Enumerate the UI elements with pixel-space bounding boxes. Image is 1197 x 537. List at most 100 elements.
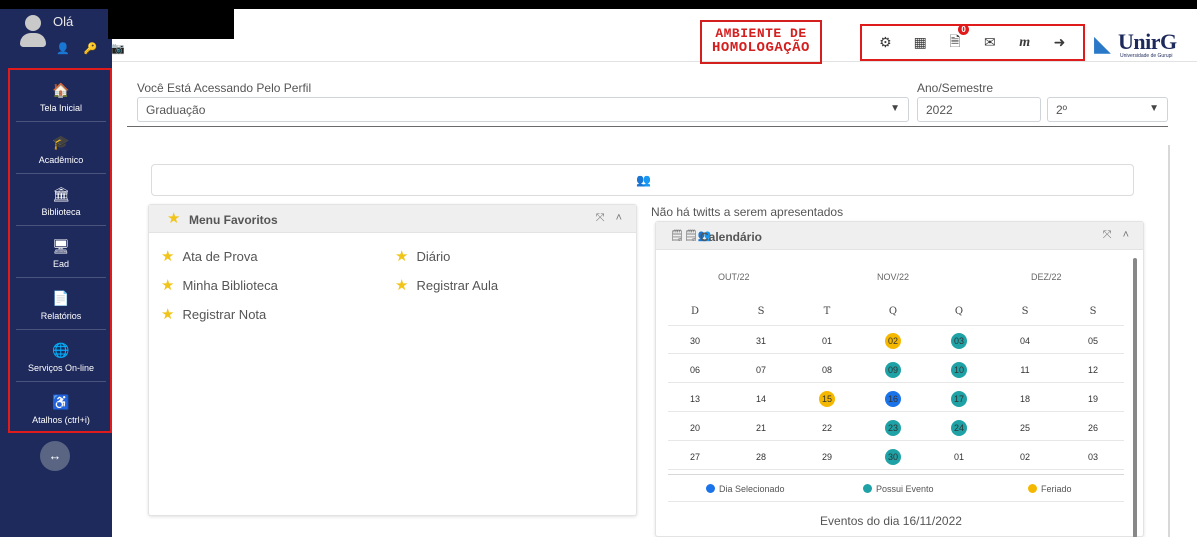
panel-controls[interactable]: ⤧ ˄: [1103, 229, 1133, 242]
calendar-day[interactable]: 20: [680, 420, 710, 436]
calendar-day[interactable]: 27: [680, 449, 710, 465]
calendar-day[interactable]: 18: [1010, 391, 1040, 407]
legend-holiday: Feriado: [1028, 484, 1072, 494]
favorite-item[interactable]: ★ Registrar Aula: [395, 276, 498, 294]
day-number: 18: [1019, 394, 1030, 404]
semester-select[interactable]: 2º ▼: [1047, 97, 1168, 122]
day-number: 27: [689, 452, 700, 462]
favorite-label: Registrar Aula: [416, 278, 499, 293]
day-number: 26: [1087, 423, 1098, 433]
year-select[interactable]: 2022: [917, 97, 1041, 122]
calendar-header: 🗒🗒👥 Calendário ⤧ ˄: [656, 222, 1143, 250]
calendar-week-row: 13 14 15 16 17 18 19: [668, 386, 1124, 412]
calendar-day[interactable]: 11: [1010, 362, 1040, 378]
weekday-header: DSTQQSS: [668, 298, 1124, 326]
sidebar-toggle-button[interactable]: ↔: [40, 441, 70, 471]
notifications-icon[interactable]: 🗎 0: [944, 23, 970, 55]
user-edit-icon[interactable]: 👤: [56, 42, 70, 55]
calendar-scrollbar[interactable]: [1133, 258, 1137, 537]
calendar-day[interactable]: 17: [944, 391, 974, 407]
calendar-day[interactable]: 16: [878, 391, 908, 407]
calendar-day[interactable]: 15: [812, 391, 842, 407]
day-number: 14: [755, 394, 766, 404]
avatar[interactable]: [20, 15, 46, 49]
calendar-day[interactable]: 19: [1078, 391, 1108, 407]
settings-icon[interactable]: ⚙: [874, 34, 896, 51]
day-number: 06: [689, 365, 700, 375]
apps-icon[interactable]: ▦: [909, 34, 931, 51]
star-icon: ★: [161, 277, 175, 294]
month-prev[interactable]: OUT/22: [718, 272, 750, 282]
moodle-icon[interactable]: m: [1014, 35, 1036, 51]
calendar-day[interactable]: 23: [878, 420, 908, 436]
favorite-item[interactable]: ★ Registrar Nota: [161, 305, 266, 323]
logout-icon[interactable]: ➜: [1049, 34, 1071, 51]
user-shortcuts: 👤 🔑 📷: [56, 42, 125, 55]
calendar-day[interactable]: 08: [812, 362, 842, 378]
logo-mark-icon: ◣: [1094, 31, 1111, 56]
profile-select[interactable]: Graduação ▼: [137, 97, 909, 122]
sidebar-item-4[interactable]: 📄 Relatórios: [16, 278, 106, 330]
calendar-day[interactable]: 26: [1078, 420, 1108, 436]
calendar-day[interactable]: 30: [680, 333, 710, 349]
calendar-day[interactable]: 02: [1010, 449, 1040, 465]
calendar-week-row: 06 07 08 09 10 11 12: [668, 357, 1124, 383]
calendar-day[interactable]: 22: [812, 420, 842, 436]
calendar-day[interactable]: 06: [680, 362, 710, 378]
calendar-day[interactable]: 10: [944, 362, 974, 378]
mail-icon[interactable]: ✉: [979, 34, 1001, 51]
calendar-day[interactable]: 12: [1078, 362, 1108, 378]
calendar-day[interactable]: 14: [746, 391, 776, 407]
sidebar-item-3[interactable]: 🖥 Ead: [16, 226, 106, 278]
weekday-label: T: [823, 306, 831, 317]
camera-icon[interactable]: 📷: [111, 42, 125, 55]
panel-controls[interactable]: ⤧ ˄: [596, 212, 626, 225]
day-number: 19: [1087, 394, 1098, 404]
profile-value: Graduação: [146, 103, 206, 117]
sidebar-item-label: Ead: [52, 259, 69, 269]
favorite-label: Diário: [416, 249, 451, 264]
calendar-day[interactable]: 29: [812, 449, 842, 465]
calendar-day[interactable]: 24: [944, 420, 974, 436]
month-current[interactable]: NOV/22: [877, 272, 909, 282]
page-scrollbar[interactable]: [1168, 145, 1170, 537]
sidebar-item-5[interactable]: 🌐 Serviços On-line: [16, 330, 106, 382]
header-actions: ⚙ ▦ 🗎 0 ✉ m ➜: [860, 23, 1085, 61]
profile-label: Você Está Acessando Pelo Perfil: [137, 81, 312, 95]
favorites-header: ★ Menu Favoritos ⤧ ˄: [149, 205, 636, 233]
calendar-panel: 🗒🗒👥 Calendário ⤧ ˄ OUT/22 NOV/22 DEZ/22 …: [655, 221, 1144, 537]
month-next[interactable]: DEZ/22: [1031, 272, 1062, 282]
sidebar-item-6[interactable]: ♿ Atalhos (ctrl+i): [16, 382, 106, 434]
day-number: 03: [951, 333, 967, 349]
calendar-day[interactable]: 09: [878, 362, 908, 378]
calendar-day[interactable]: 31: [746, 333, 776, 349]
favorite-item[interactable]: ★ Minha Biblioteca: [161, 276, 278, 294]
key-icon[interactable]: 🔑: [84, 42, 98, 55]
calendar-day[interactable]: 07: [746, 362, 776, 378]
calendar-day[interactable]: 03: [944, 333, 974, 349]
calendar-day[interactable]: 01: [944, 449, 974, 465]
sidebar-item-1[interactable]: 🎓 Acadêmico: [16, 122, 106, 174]
calendar-day[interactable]: 21: [746, 420, 776, 436]
calendar-day[interactable]: 30: [878, 449, 908, 465]
sidebar-item-0[interactable]: 🏠 Tela Inicial: [16, 70, 106, 122]
environment-stamp: AMBIENTE DE HOMOLOGAÇÃO: [700, 20, 822, 64]
calendar-day[interactable]: 04: [1010, 333, 1040, 349]
app-root: Olá 👤 🔑 📷 AMBIENTE DE HOMOLOGAÇÃO ⚙ ▦ 🗎 0…: [0, 0, 1197, 537]
calendar-day[interactable]: 05: [1078, 333, 1108, 349]
sidebar-item-2[interactable]: 🏛 Biblioteca: [16, 174, 106, 226]
screen-icon: 🖥: [52, 238, 70, 254]
calendar-day[interactable]: 25: [1010, 420, 1040, 436]
weekday-label: S: [1089, 306, 1097, 317]
day-number: 01: [821, 336, 832, 346]
greeting: Olá: [53, 14, 74, 29]
calendar-day[interactable]: 13: [680, 391, 710, 407]
favorite-item[interactable]: ★ Diário: [395, 247, 450, 265]
calendar-day[interactable]: 28: [746, 449, 776, 465]
calendar-day[interactable]: 02: [878, 333, 908, 349]
favorite-item[interactable]: ★ Ata de Prova: [161, 247, 258, 265]
calendar-day[interactable]: 01: [812, 333, 842, 349]
calendar-months: OUT/22 NOV/22 DEZ/22: [656, 272, 1126, 286]
calendar-day[interactable]: 03: [1078, 449, 1108, 465]
star-icon: ★: [395, 248, 409, 265]
